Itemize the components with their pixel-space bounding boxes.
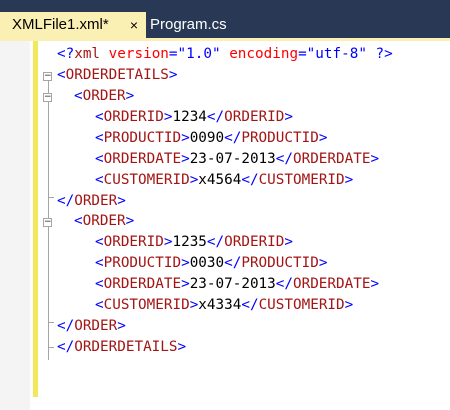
tab-xmlfile1[interactable]: XMLFile1.xml* × — [0, 12, 146, 38]
order-close-line: </ORDER> — [57, 193, 126, 209]
tab-label: XMLFile1.xml* — [12, 16, 109, 33]
productid-line: <PRODUCTID>0030</PRODUCTID> — [95, 255, 328, 271]
tab-label: Program.cs — [150, 16, 227, 33]
order-open-line: <ORDER> — [74, 213, 135, 229]
productid-line: <PRODUCTID>0090</PRODUCTID> — [95, 130, 328, 146]
tab-program-cs[interactable]: Program.cs — [148, 12, 258, 38]
code-editor[interactable]: − − − <?xml version="1.0" encoding="utf-… — [0, 41, 450, 410]
order-close-line: </ORDER> — [57, 318, 126, 334]
root-open-line: <ORDERDETAILS> — [57, 67, 178, 83]
outline-end — [48, 347, 54, 348]
outline-end — [48, 197, 54, 198]
orderid-line: <ORDERID>1235</ORDERID> — [95, 234, 294, 250]
xml-declaration-line: <?xml version="1.0" encoding="utf-8" ?> — [57, 46, 393, 62]
change-tracking-bar — [33, 41, 38, 397]
document-tab-bar: XMLFile1.xml* × Program.cs — [0, 0, 450, 38]
collapse-icon[interactable]: − — [43, 72, 52, 81]
customerid-line: <CUSTOMERID>x4334</CUSTOMERID> — [95, 297, 354, 313]
close-icon[interactable]: × — [130, 12, 138, 38]
collapse-icon[interactable]: − — [43, 218, 52, 227]
orderid-line: <ORDERID>1234</ORDERID> — [95, 109, 294, 125]
outline-end — [48, 322, 54, 323]
order-open-line: <ORDER> — [74, 88, 135, 104]
customerid-line: <CUSTOMERID>x4564</CUSTOMERID> — [95, 172, 354, 188]
editor-margin — [0, 41, 30, 410]
collapse-icon[interactable]: − — [43, 93, 52, 102]
root-close-line: </ORDERDETAILS> — [57, 339, 187, 355]
orderdate-line: <ORDERDATE>23-07-2013</ORDERDATE> — [95, 151, 380, 167]
orderdate-line: <ORDERDATE>23-07-2013</ORDERDATE> — [95, 276, 380, 292]
